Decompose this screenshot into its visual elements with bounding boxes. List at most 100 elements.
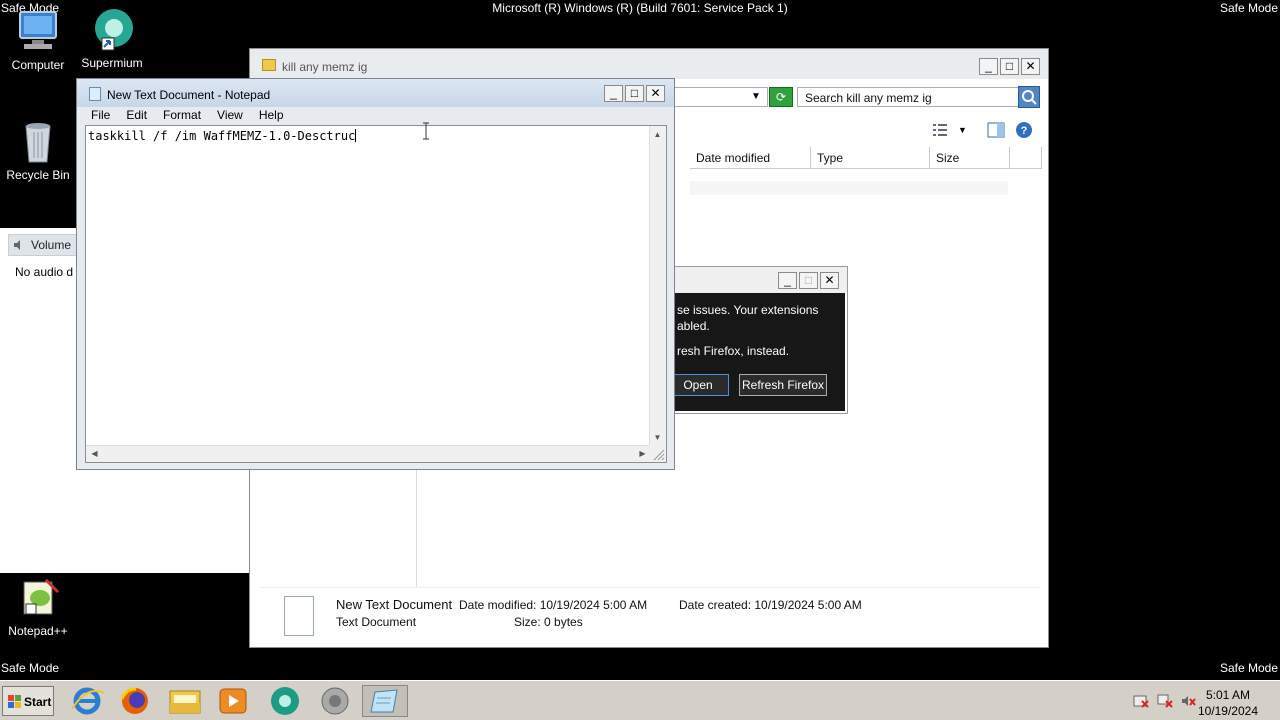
notepad-window: New Text Document - Notepad _ □ ✕ File E… bbox=[76, 78, 675, 470]
horizontal-scrollbar[interactable]: ◀ ▶ bbox=[86, 445, 651, 462]
open-button[interactable]: Open bbox=[667, 374, 729, 396]
scroll-down-icon[interactable]: ▼ bbox=[650, 430, 665, 445]
menu-file[interactable]: File bbox=[83, 106, 118, 124]
maximize-button[interactable]: □ bbox=[1000, 58, 1019, 75]
close-button[interactable]: ✕ bbox=[646, 85, 665, 102]
volume-muted-icon[interactable] bbox=[1180, 693, 1198, 709]
explorer-title: kill any memz ig bbox=[282, 60, 368, 74]
details-size: Size: 0 bytes bbox=[514, 615, 583, 629]
desktop-icon-label: Recycle Bin bbox=[6, 168, 70, 182]
details-pane: New Text Document Text Document Date mod… bbox=[260, 587, 1040, 643]
close-button[interactable]: ✕ bbox=[1021, 58, 1040, 75]
minimize-button[interactable]: _ bbox=[979, 58, 998, 75]
details-date-modified: Date modified: 10/19/2024 5:00 AM bbox=[459, 598, 648, 612]
menu-help[interactable]: Help bbox=[251, 106, 292, 124]
clock-date: 10/19/2024 bbox=[1197, 704, 1258, 718]
explorer-titlebar[interactable]: kill any memz ig _ □ ✕ bbox=[250, 49, 1048, 79]
notepad-titlebar[interactable]: New Text Document - Notepad _ □ ✕ bbox=[77, 79, 674, 107]
dialog-text-line-3: resh Firefox, instead. bbox=[677, 344, 790, 358]
close-button[interactable]: ✕ bbox=[820, 272, 839, 289]
view-options-icon[interactable] bbox=[932, 123, 948, 137]
notepad-content: taskkill /f /im WaffMEMZ-1.0-Desctruc bbox=[88, 129, 356, 143]
desktop-icon-notepad-plus-plus[interactable]: Notepad++ bbox=[0, 576, 76, 638]
system-tray: 5:01 AM 10/19/2024 bbox=[1120, 684, 1280, 718]
refresh-button[interactable]: ⟳ bbox=[769, 87, 793, 107]
resize-grip-icon[interactable] bbox=[649, 445, 666, 462]
firefox-dialog-titlebar[interactable]: _ □ ✕ bbox=[665, 267, 847, 293]
notepad-icon[interactable] bbox=[362, 685, 408, 717]
desktop-icon-label: Notepad++ bbox=[8, 624, 68, 638]
dialog-text-line-2: abled. bbox=[677, 319, 710, 333]
text-caret bbox=[355, 129, 357, 142]
navigation-pane-divider[interactable] bbox=[416, 467, 417, 587]
text-cursor-icon bbox=[422, 122, 430, 140]
scroll-left-icon[interactable]: ◀ bbox=[87, 446, 102, 461]
volume-title: Volume bbox=[31, 238, 72, 252]
clock-time: 5:01 AM bbox=[1205, 688, 1250, 702]
view-dropdown-icon[interactable]: ▼ bbox=[958, 125, 967, 135]
explorer-folder-icon[interactable] bbox=[162, 685, 208, 717]
scroll-up-icon[interactable]: ▲ bbox=[650, 127, 665, 142]
address-dropdown-icon[interactable]: ▼ bbox=[748, 87, 764, 107]
firefox-icon[interactable] bbox=[112, 685, 158, 717]
firefox-dialog: _ □ ✕ se issues. Your extensions abled. … bbox=[664, 266, 848, 414]
supermium-icon bbox=[88, 8, 136, 52]
maximize-button: □ bbox=[799, 272, 818, 289]
details-file-type: Text Document bbox=[336, 615, 417, 629]
column-extra[interactable] bbox=[1010, 147, 1042, 169]
svg-text:?: ? bbox=[1021, 125, 1028, 137]
dialog-text-line-1: se issues. Your extensions bbox=[677, 303, 819, 317]
folder-icon bbox=[262, 59, 276, 71]
notepad-title: New Text Document - Notepad bbox=[107, 88, 271, 102]
network-icon[interactable] bbox=[1156, 693, 1174, 709]
desktop-icon-recycle-bin[interactable]: Recycle Bin bbox=[0, 120, 76, 182]
safe-mode-label-bottom-right: Safe Mode bbox=[1219, 661, 1278, 675]
computer-icon bbox=[14, 10, 62, 54]
column-size[interactable]: Size bbox=[930, 147, 1010, 169]
start-label: Start bbox=[24, 695, 52, 709]
notepad-text-area[interactable]: taskkill /f /im WaffMEMZ-1.0-Desctruc ▲ … bbox=[85, 125, 667, 463]
minimize-button[interactable]: _ bbox=[604, 85, 623, 102]
menu-format[interactable]: Format bbox=[155, 106, 209, 124]
details-date-created: Date created: 10/19/2024 5:00 AM bbox=[679, 598, 862, 612]
vertical-scrollbar[interactable]: ▲ ▼ bbox=[649, 126, 666, 446]
refresh-firefox-button[interactable]: Refresh Firefox bbox=[739, 374, 827, 396]
desktop-icon-label: Computer bbox=[11, 58, 65, 72]
notepad-icon bbox=[89, 87, 101, 101]
os-build-title: Microsoft (R) Windows (R) (Build 7601: S… bbox=[492, 1, 788, 15]
desktop-icon-computer[interactable]: Computer bbox=[0, 10, 76, 72]
preview-pane-icon[interactable] bbox=[987, 122, 1005, 138]
help-icon[interactable]: ? bbox=[1015, 121, 1033, 139]
recycle-bin-icon bbox=[14, 120, 62, 164]
desktop-icon-supermium[interactable]: Supermium bbox=[74, 8, 150, 70]
notepad-menubar: File Edit Format View Help bbox=[83, 106, 292, 124]
start-button[interactable]: Start bbox=[2, 686, 54, 716]
search-icon[interactable] bbox=[1018, 86, 1040, 108]
clock[interactable]: 5:01 AM 10/19/2024 bbox=[1198, 687, 1258, 719]
text-document-icon bbox=[284, 596, 314, 636]
column-type[interactable]: Type bbox=[811, 147, 930, 169]
menu-edit[interactable]: Edit bbox=[118, 106, 155, 124]
search-placeholder: Search kill any memz ig bbox=[805, 91, 932, 105]
menu-view[interactable]: View bbox=[209, 106, 251, 124]
safe-mode-label-bottom-left: Safe Mode bbox=[1, 661, 60, 675]
notepad-plus-plus-icon bbox=[14, 576, 62, 620]
scroll-right-icon[interactable]: ▶ bbox=[635, 446, 650, 461]
media-player-icon[interactable] bbox=[210, 685, 256, 717]
desktop-icon-label: Supermium bbox=[81, 56, 143, 70]
action-center-icon[interactable] bbox=[1132, 693, 1150, 709]
firefox-dialog-body: se issues. Your extensions abled. resh F… bbox=[667, 293, 845, 411]
internet-explorer-icon[interactable] bbox=[64, 685, 110, 717]
supermium-icon[interactable] bbox=[262, 685, 308, 717]
file-row[interactable] bbox=[690, 181, 1008, 195]
volume-message: No audio d bbox=[15, 265, 74, 279]
windows-logo-icon bbox=[8, 695, 21, 708]
speaker-icon bbox=[14, 240, 20, 250]
taskbar: Start 5:01 AM 10/19/2024 bbox=[0, 680, 1280, 720]
speaker-icon[interactable] bbox=[312, 685, 358, 717]
search-input[interactable]: Search kill any memz ig bbox=[797, 87, 1019, 107]
minimize-button[interactable]: _ bbox=[778, 272, 797, 289]
details-file-name: New Text Document bbox=[336, 597, 453, 612]
maximize-button[interactable]: □ bbox=[625, 85, 644, 102]
column-date-modified[interactable]: Date modified bbox=[690, 147, 811, 169]
